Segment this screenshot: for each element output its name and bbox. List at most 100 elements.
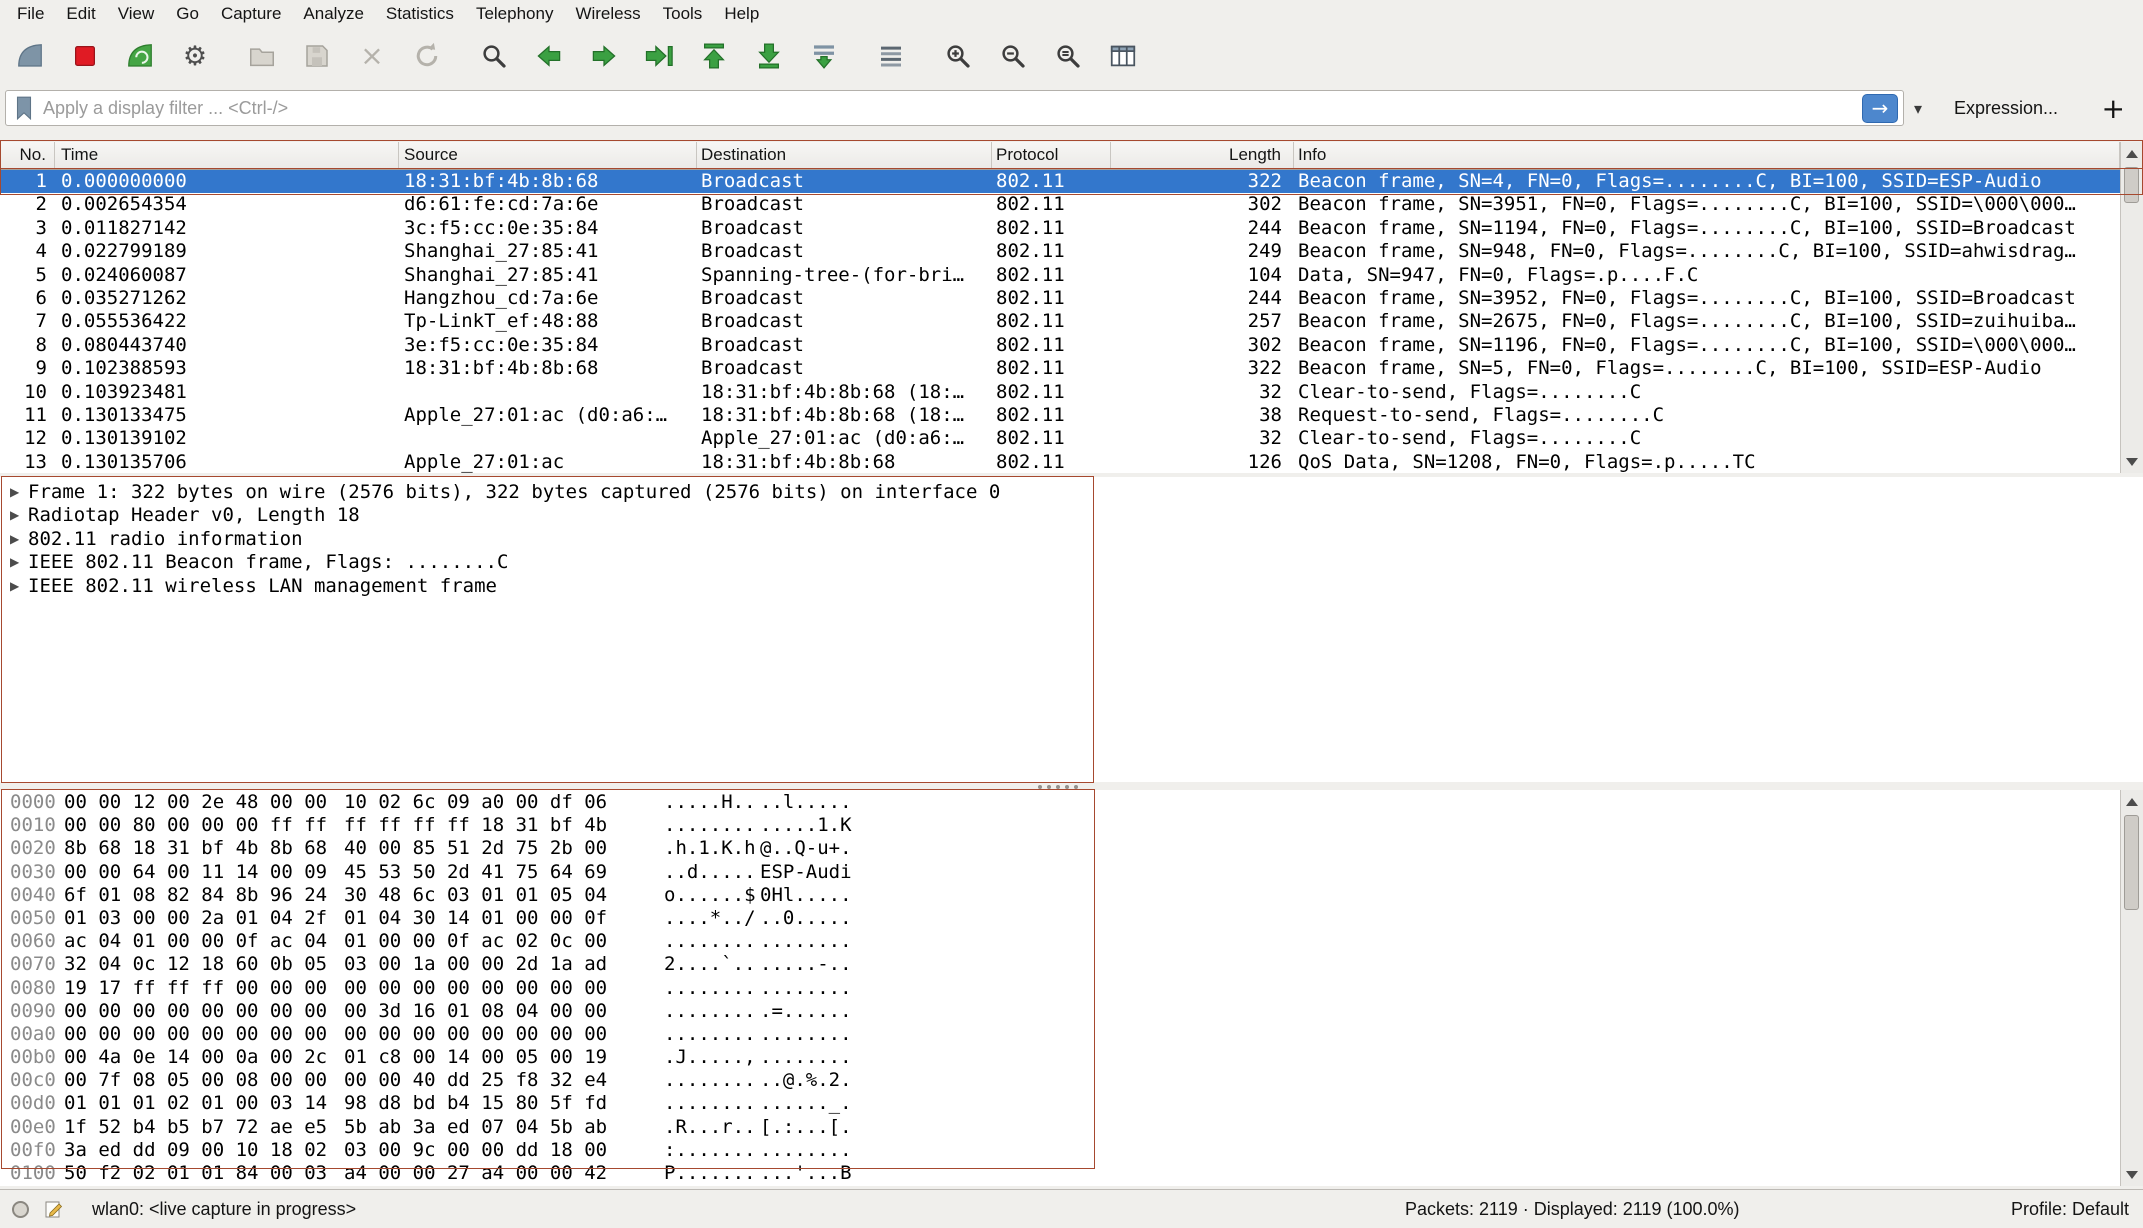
detail-line[interactable]: ▶IEEE 802.11 wireless LAN management fra… bbox=[0, 575, 2143, 598]
close-file-button[interactable]: × bbox=[352, 36, 392, 76]
capture-comment-icon[interactable] bbox=[44, 1199, 64, 1224]
menu-item-view[interactable]: View bbox=[107, 0, 166, 27]
hex-row[interactable]: 00406f 01 08 82 84 8b 96 2430 48 6c 03 0… bbox=[0, 884, 2120, 907]
hex-row[interactable]: 00b000 4a 0e 14 00 0a 00 2c01 c8 00 14 0… bbox=[0, 1046, 2120, 1069]
packet-row[interactable]: 40.022799189Shanghai_27:85:41Broadcast80… bbox=[0, 240, 2120, 263]
expand-arrow-icon[interactable]: ▶ bbox=[10, 504, 19, 527]
colorize-packets-button[interactable] bbox=[871, 36, 911, 76]
expand-arrow-icon[interactable]: ▶ bbox=[10, 528, 19, 551]
filter-dropdown-chevron-icon[interactable]: ▾ bbox=[1904, 99, 1932, 118]
scroll-thumb[interactable] bbox=[2124, 815, 2139, 910]
cell-info: Clear-to-send, Flags=........C bbox=[1294, 381, 2120, 404]
column-header-proto[interactable]: Protocol bbox=[992, 142, 1111, 169]
hex-row[interactable]: 008019 17 ff ff ff 00 00 0000 00 00 00 0… bbox=[0, 977, 2120, 1000]
menu-item-wireless[interactable]: Wireless bbox=[564, 0, 651, 27]
menu-item-analyze[interactable]: Analyze bbox=[292, 0, 374, 27]
column-header-info[interactable]: Info bbox=[1294, 142, 2120, 169]
scroll-down-button[interactable] bbox=[2121, 1163, 2143, 1186]
apply-filter-button[interactable]: → bbox=[1862, 94, 1898, 123]
add-filter-button[interactable]: + bbox=[2102, 92, 2125, 125]
menu-item-tools[interactable]: Tools bbox=[652, 0, 714, 27]
column-header-len[interactable]: Length bbox=[1111, 142, 1294, 169]
packet-row[interactable]: 120.130139102Apple_27:01:ac (d0:a6:…802.… bbox=[0, 427, 2120, 450]
stop-capture-button[interactable] bbox=[65, 36, 105, 76]
expand-arrow-icon[interactable]: ▶ bbox=[10, 481, 19, 504]
packet-row[interactable]: 110.130133475Apple_27:01:ac (d0:a6:…18:3… bbox=[0, 404, 2120, 427]
last-packet-button[interactable] bbox=[749, 36, 789, 76]
column-header-no[interactable]: No. bbox=[0, 142, 55, 169]
hex-row[interactable]: 00d001 01 01 02 01 00 03 1498 d8 bd b4 1… bbox=[0, 1092, 2120, 1115]
menu-item-go[interactable]: Go bbox=[165, 0, 210, 27]
hex-row[interactable]: 00208b 68 18 31 bf 4b 8b 6840 00 85 51 2… bbox=[0, 837, 2120, 860]
hex-row[interactable]: 001000 00 80 00 00 00 ff ffff ff ff ff 1… bbox=[0, 814, 2120, 837]
resize-columns-button[interactable] bbox=[1103, 36, 1143, 76]
cell-time: 0.011827142 bbox=[55, 217, 399, 240]
detail-line[interactable]: ▶Frame 1: 322 bytes on wire (2576 bits),… bbox=[0, 481, 2143, 504]
open-file-button[interactable] bbox=[242, 36, 282, 76]
hex-ascii: ........ bbox=[760, 1046, 852, 1069]
bookmark-icon[interactable] bbox=[13, 95, 35, 121]
hex-row[interactable]: 003000 00 64 00 11 14 00 0945 53 50 2d 4… bbox=[0, 861, 2120, 884]
menu-item-capture[interactable]: Capture bbox=[210, 0, 292, 27]
filter-field[interactable]: → bbox=[5, 90, 1904, 126]
go-to-packet-button[interactable] bbox=[639, 36, 679, 76]
menu-item-help[interactable]: Help bbox=[713, 0, 770, 27]
packet-row[interactable]: 30.0118271423c:f5:cc:0e:35:84Broadcast80… bbox=[0, 217, 2120, 240]
filter-input[interactable] bbox=[41, 97, 1862, 120]
column-header-time[interactable]: Time bbox=[55, 142, 399, 169]
hex-row[interactable]: 00f03a ed dd 09 00 10 18 0203 00 9c 00 0… bbox=[0, 1139, 2120, 1162]
zoom-original-button[interactable] bbox=[1048, 36, 1088, 76]
menu-item-statistics[interactable]: Statistics bbox=[375, 0, 465, 27]
packet-row[interactable]: 60.035271262Hangzhou_cd:7a:6eBroadcast80… bbox=[0, 287, 2120, 310]
hex-row[interactable]: 010050 f2 02 01 01 84 00 03a4 00 00 27 a… bbox=[0, 1162, 2120, 1185]
packet-row[interactable]: 100.10392348118:31:bf:4b:8b:68 (18:…802.… bbox=[0, 381, 2120, 404]
packet-row[interactable]: 90.10238859318:31:bf:4b:8b:68Broadcast80… bbox=[0, 357, 2120, 380]
hex-row[interactable]: 00c000 7f 08 05 00 08 00 0000 00 40 dd 2… bbox=[0, 1069, 2120, 1092]
menu-item-file[interactable]: File bbox=[6, 0, 55, 27]
zoom-in-button[interactable] bbox=[938, 36, 978, 76]
hex-row[interactable]: 005001 03 00 00 2a 01 04 2f01 04 30 14 0… bbox=[0, 907, 2120, 930]
start-capture-button[interactable] bbox=[10, 36, 50, 76]
restart-capture-button[interactable] bbox=[120, 36, 160, 76]
go-forward-button[interactable] bbox=[584, 36, 624, 76]
expand-arrow-icon[interactable]: ▶ bbox=[10, 575, 19, 598]
hex-ascii: ESP-Audi bbox=[760, 861, 852, 884]
hex-row[interactable]: 007032 04 0c 12 18 60 0b 0503 00 1a 00 0… bbox=[0, 953, 2120, 976]
column-header-dest[interactable]: Destination bbox=[697, 142, 992, 169]
pane-splitter-handle[interactable] bbox=[1038, 785, 1078, 789]
packet-row[interactable]: 10.00000000018:31:bf:4b:8b:68Broadcast80… bbox=[0, 170, 2120, 193]
scroll-down-button[interactable] bbox=[2121, 450, 2143, 473]
packet-list-scrollbar[interactable] bbox=[2120, 142, 2143, 473]
menu-item-telephony[interactable]: Telephony bbox=[465, 0, 565, 27]
packet-row[interactable]: 130.130135706Apple_27:01:ac18:31:bf:4b:8… bbox=[0, 451, 2120, 474]
auto-scroll-button[interactable] bbox=[804, 36, 844, 76]
expression-button[interactable]: Expression... bbox=[1954, 98, 2058, 119]
zoom-out-button[interactable] bbox=[993, 36, 1033, 76]
menu-item-edit[interactable]: Edit bbox=[55, 0, 106, 27]
go-back-button[interactable] bbox=[529, 36, 569, 76]
expand-arrow-icon[interactable]: ▶ bbox=[10, 551, 19, 574]
capture-options-button[interactable]: ⚙ bbox=[175, 36, 215, 76]
packet-row[interactable]: 80.0804437403e:f5:cc:0e:35:84Broadcast80… bbox=[0, 334, 2120, 357]
packet-row[interactable]: 20.002654354d6:61:fe:cd:7a:6eBroadcast80… bbox=[0, 193, 2120, 216]
save-file-button[interactable] bbox=[297, 36, 337, 76]
detail-line[interactable]: ▶802.11 radio information bbox=[0, 528, 2143, 551]
hex-row[interactable]: 00a000 00 00 00 00 00 00 0000 00 00 00 0… bbox=[0, 1023, 2120, 1046]
hex-scrollbar[interactable] bbox=[2120, 790, 2143, 1186]
hex-row[interactable]: 00e01f 52 b4 b5 b7 72 ae e55b ab 3a ed 0… bbox=[0, 1116, 2120, 1139]
scroll-thumb[interactable] bbox=[2124, 167, 2139, 203]
profile-label[interactable]: Profile: Default bbox=[2011, 1190, 2129, 1228]
reload-file-button[interactable] bbox=[407, 36, 447, 76]
packet-row[interactable]: 70.055536422Tp-LinkT_ef:48:88Broadcast80… bbox=[0, 310, 2120, 333]
detail-line[interactable]: ▶Radiotap Header v0, Length 18 bbox=[0, 504, 2143, 527]
find-packet-button[interactable] bbox=[474, 36, 514, 76]
first-packet-button[interactable] bbox=[694, 36, 734, 76]
hex-row[interactable]: 000000 00 12 00 2e 48 00 0010 02 6c 09 a… bbox=[0, 791, 2120, 814]
packet-row[interactable]: 50.024060087Shanghai_27:85:41Spanning-tr… bbox=[0, 264, 2120, 287]
hex-row[interactable]: 0060ac 04 01 00 00 0f ac 0401 00 00 0f a… bbox=[0, 930, 2120, 953]
detail-line[interactable]: ▶IEEE 802.11 Beacon frame, Flags: ......… bbox=[0, 551, 2143, 574]
scroll-up-button[interactable] bbox=[2121, 142, 2143, 165]
hex-row[interactable]: 009000 00 00 00 00 00 00 0000 3d 16 01 0… bbox=[0, 1000, 2120, 1023]
column-header-source[interactable]: Source bbox=[399, 142, 697, 169]
scroll-up-button[interactable] bbox=[2121, 790, 2143, 813]
